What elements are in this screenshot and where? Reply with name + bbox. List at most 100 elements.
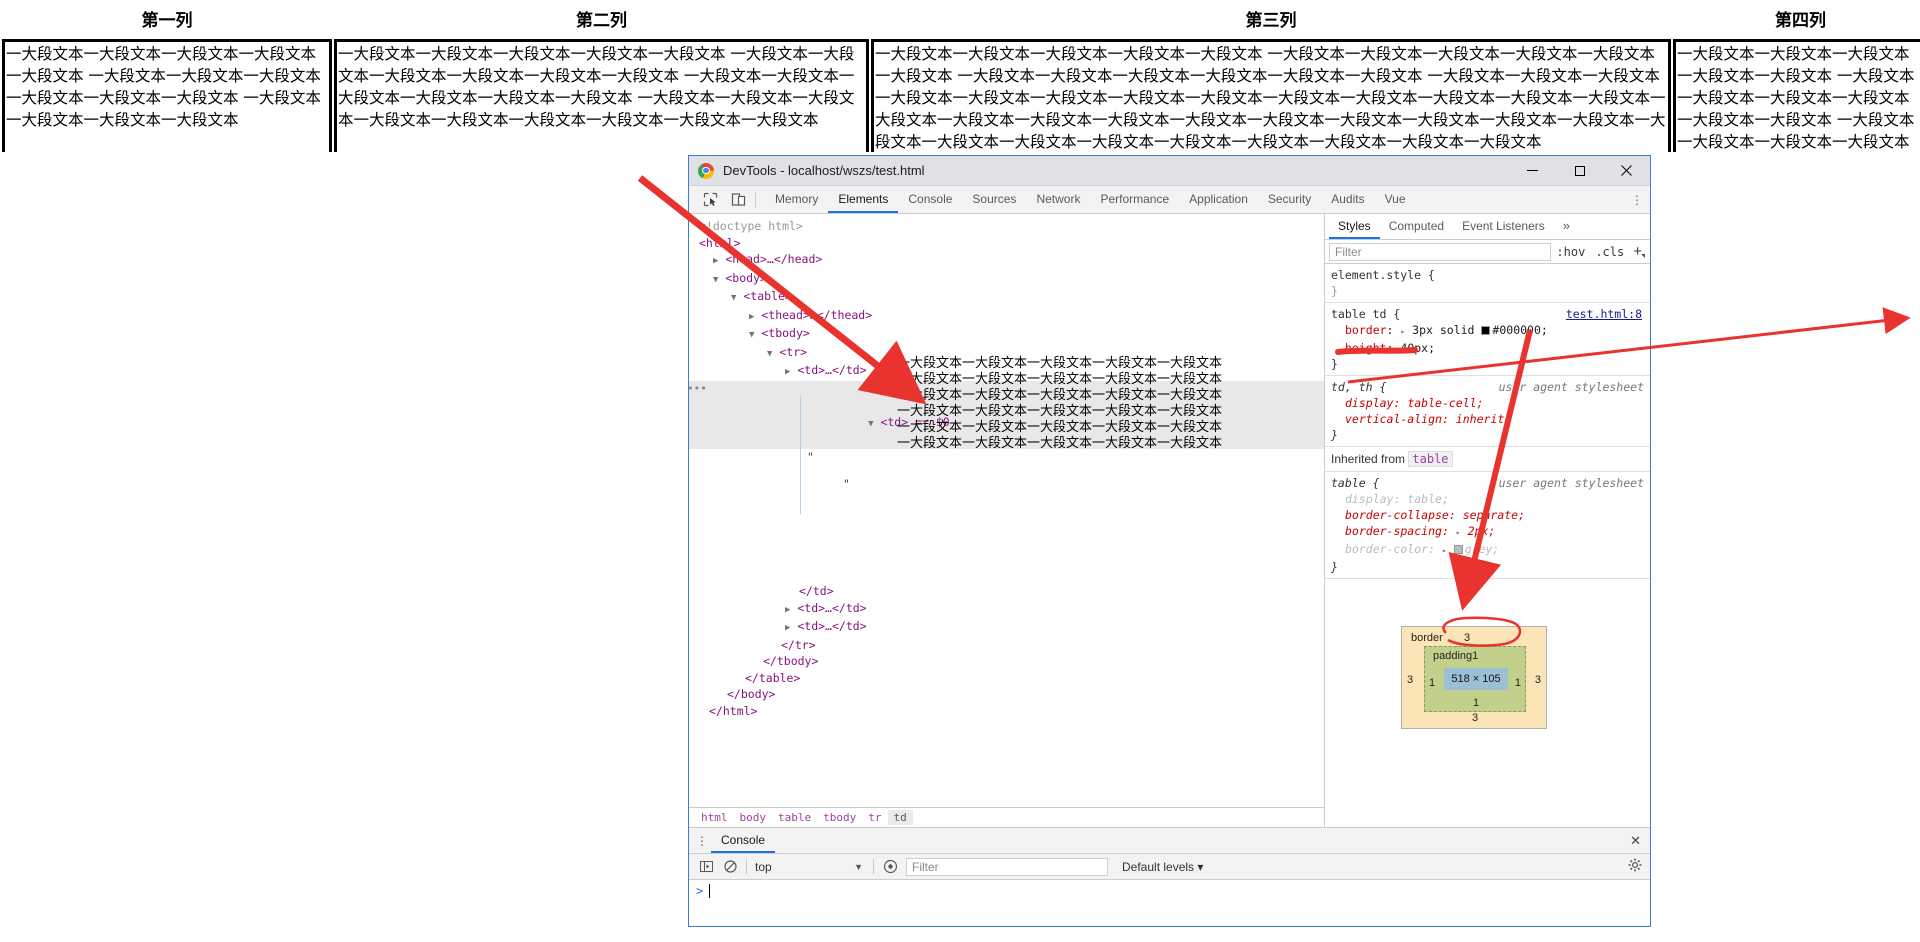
dom-line-tbody[interactable]: ▼ <tbody>	[689, 325, 1324, 344]
declaration-display[interactable]: display: table-cell;	[1331, 395, 1650, 411]
expand-triangle-icon[interactable]: ▶	[785, 367, 790, 377]
collapse-triangle-icon[interactable]: ▼	[868, 419, 873, 429]
collapse-triangle-icon[interactable]: ▼	[731, 293, 736, 303]
tab-styles[interactable]: Styles	[1329, 214, 1380, 239]
dom-line-html-close[interactable]: </html>	[689, 703, 1324, 720]
style-rule-td-th[interactable]: td, th { user agent stylesheet display: …	[1325, 376, 1650, 447]
declaration-display[interactable]: display: table;	[1331, 491, 1650, 507]
tab-computed[interactable]: Computed	[1380, 214, 1453, 239]
rule-selector[interactable]: table {	[1331, 475, 1379, 491]
declaration-vertical-align[interactable]: vertical-align: inherit;	[1331, 411, 1650, 427]
expand-triangle-icon[interactable]: ▶	[785, 623, 790, 633]
close-icon[interactable]	[1603, 156, 1650, 186]
breadcrumb-item-td[interactable]: td	[887, 810, 913, 825]
expand-triangle-icon[interactable]: ▶	[749, 312, 754, 322]
collapse-triangle-icon[interactable]: ▼	[713, 275, 718, 285]
dom-line-body[interactable]: ▼ <body>	[689, 270, 1324, 289]
styles-filter-input[interactable]: Filter	[1329, 242, 1552, 261]
console-settings-gear-icon[interactable]	[1628, 858, 1650, 875]
tab-network[interactable]: Network	[1026, 186, 1090, 213]
tab-audits[interactable]: Audits	[1321, 186, 1374, 213]
box-model-padding-left[interactable]: 1	[1429, 677, 1435, 689]
drawer-tab-console[interactable]: Console	[711, 828, 776, 853]
breadcrumb-item-tbody[interactable]: tbody	[817, 810, 862, 825]
style-rule-table-inherited[interactable]: table { user agent stylesheet display: t…	[1325, 472, 1650, 579]
console-output[interactable]: >	[689, 880, 1650, 926]
styles-overflow-chevron-icon[interactable]: »	[1554, 214, 1579, 239]
device-toolbar-icon[interactable]	[725, 187, 751, 213]
dom-line-body-close[interactable]: </body>	[689, 686, 1324, 703]
box-model-border-bottom[interactable]: 3	[1472, 712, 1478, 724]
dom-line-tbody-close[interactable]: </tbody>	[689, 653, 1324, 670]
console-input-caret[interactable]	[709, 884, 711, 898]
dom-line-td-4[interactable]: ▶ <td>…</td>	[689, 618, 1324, 637]
breadcrumb-item-body[interactable]: body	[734, 810, 773, 825]
rule-source-link[interactable]: test.html:8	[1566, 306, 1650, 322]
console-sidebar-toggle-icon[interactable]	[694, 860, 718, 873]
expand-triangle-icon[interactable]: ▶	[785, 605, 790, 615]
box-model-padding-box[interactable]: padding1 1 1 1 518 × 105	[1424, 646, 1526, 712]
style-rule-element-style[interactable]: element.style { }	[1325, 264, 1650, 303]
tab-console[interactable]: Console	[898, 186, 962, 213]
console-context-select[interactable]: top ▼	[751, 860, 869, 874]
declaration-border-spacing[interactable]: border-spacing: ▸ 2px;	[1331, 523, 1650, 541]
collapse-triangle-icon[interactable]: ▼	[749, 330, 754, 340]
style-rule-table-td[interactable]: table td { test.html:8 border: ▸ 3px sol…	[1325, 303, 1650, 376]
tab-event-listeners[interactable]: Event Listeners	[1453, 214, 1554, 239]
color-swatch[interactable]	[1453, 545, 1463, 554]
clear-console-icon[interactable]	[718, 860, 742, 873]
collapse-triangle-icon[interactable]: ▼	[767, 349, 772, 359]
inherited-from-tag[interactable]: table	[1408, 451, 1453, 467]
dom-line-table-close[interactable]: </table>	[689, 670, 1324, 687]
maximize-icon[interactable]	[1556, 156, 1603, 186]
box-model-border-right[interactable]: 3	[1535, 674, 1541, 686]
hov-toggle-button[interactable]: :hov	[1551, 245, 1590, 259]
box-model-padding-bottom[interactable]: 1	[1473, 697, 1479, 709]
minimize-icon[interactable]	[1509, 156, 1556, 186]
cls-toggle-button[interactable]: .cls	[1590, 245, 1629, 259]
console-levels-select[interactable]: Default levels ▾	[1108, 860, 1203, 874]
breadcrumb-item-html[interactable]: html	[695, 810, 734, 825]
declaration-height[interactable]: height: 40px;	[1331, 340, 1650, 356]
inspect-element-icon[interactable]	[697, 187, 723, 213]
tab-performance[interactable]: Performance	[1090, 186, 1179, 213]
declaration-border-color[interactable]: border-color: ▸ grey;	[1331, 541, 1650, 559]
drawer-close-icon[interactable]: ✕	[1630, 833, 1650, 849]
console-filter-input[interactable]: Filter	[906, 857, 1108, 876]
tab-vue[interactable]: Vue	[1375, 186, 1416, 213]
dom-line-doctype[interactable]: <!doctype html>	[689, 218, 1324, 235]
box-model-content-size[interactable]: 518 × 105	[1444, 668, 1508, 690]
expand-triangle-icon[interactable]: ▶	[713, 256, 718, 266]
dom-line-table[interactable]: ▼ <table>	[689, 288, 1324, 307]
box-model-diagram[interactable]: border 3 3 3 3 padding1 1 1 1 518 × 105	[1401, 626, 1547, 729]
tab-elements[interactable]: Elements	[828, 186, 899, 213]
new-style-rule-button[interactable]: +	[1629, 243, 1646, 260]
dom-line-thead[interactable]: ▶ <thead>…</thead>	[689, 307, 1324, 326]
dom-tree[interactable]: <!doctype html> <html> ▶ <head>…</head> …	[689, 214, 1324, 807]
rule-selector[interactable]: table td {	[1331, 306, 1400, 322]
dom-line-head[interactable]: ▶ <head>…</head>	[689, 251, 1324, 270]
box-model-padding-right[interactable]: 1	[1515, 677, 1521, 689]
console-filter-eye-icon[interactable]	[878, 859, 902, 874]
dom-line-html[interactable]: <html>	[689, 235, 1324, 252]
dom-line-td-close[interactable]: </td>	[689, 583, 1324, 600]
dom-row-menu-icon[interactable]: •••	[689, 381, 707, 398]
declaration-border[interactable]: border: ▸ 3px solid #000000;	[1331, 322, 1650, 340]
box-model-border-left[interactable]: 3	[1407, 674, 1413, 686]
breadcrumb-item-tr[interactable]: tr	[862, 810, 887, 825]
rule-selector[interactable]: element.style {	[1331, 267, 1435, 283]
tab-memory[interactable]: Memory	[765, 186, 828, 213]
declaration-border-collapse[interactable]: border-collapse: separate;	[1331, 507, 1650, 523]
color-swatch[interactable]	[1481, 326, 1491, 335]
breadcrumb-item-table[interactable]: table	[772, 810, 817, 825]
dom-line-tr-close[interactable]: </tr>	[689, 637, 1324, 654]
box-model-border-top[interactable]: 3	[1464, 632, 1470, 644]
rule-selector[interactable]: td, th {	[1331, 379, 1386, 395]
drawer-menu-icon[interactable]: ⋮	[693, 834, 711, 848]
devtools-more-menu-icon[interactable]: ⋮	[1624, 186, 1650, 213]
tab-security[interactable]: Security	[1258, 186, 1321, 213]
tab-sources[interactable]: Sources	[962, 186, 1026, 213]
box-model-padding-top[interactable]: 1	[1472, 650, 1478, 662]
tab-application[interactable]: Application	[1179, 186, 1258, 213]
dom-line-td-3[interactable]: ▶ <td>…</td>	[689, 600, 1324, 619]
